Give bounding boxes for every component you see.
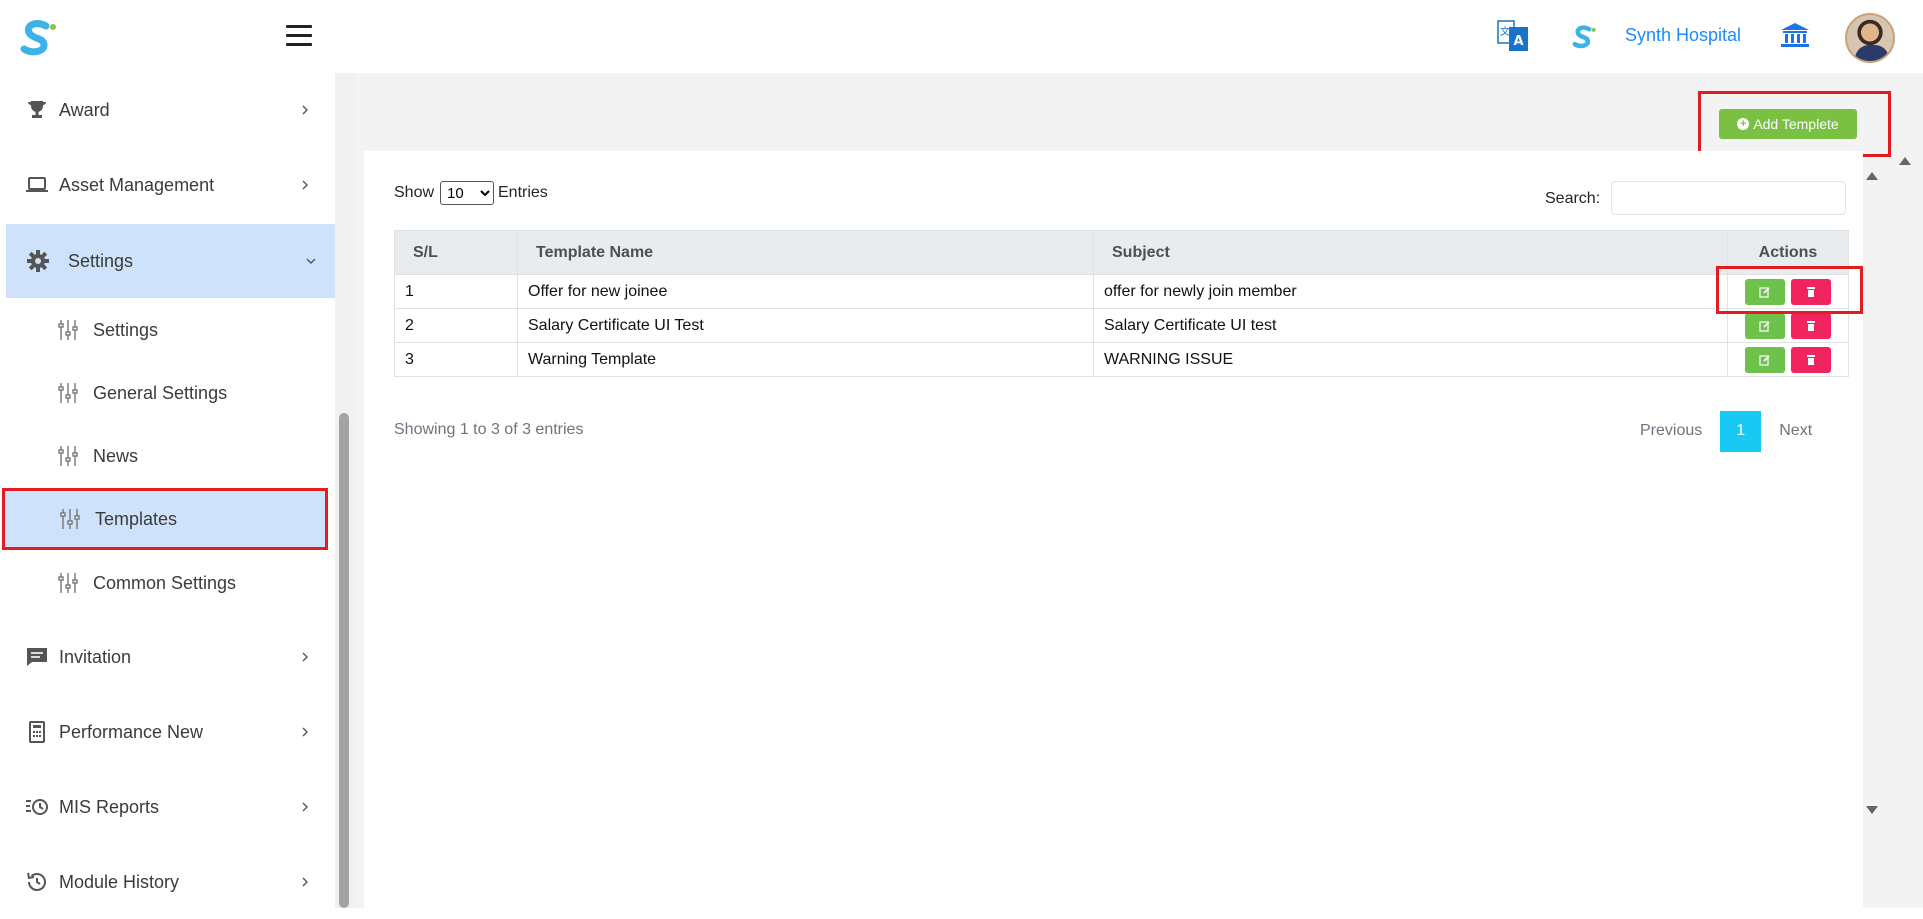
plus-circle-icon: +: [1737, 118, 1750, 130]
submenu-item-news[interactable]: News: [0, 426, 330, 486]
trophy-icon: [28, 101, 46, 118]
edit-button[interactable]: [1745, 346, 1785, 373]
chevron-right-icon: [302, 877, 308, 887]
sidebar-item-settings[interactable]: Settings: [6, 224, 335, 298]
submenu-item-label: Templates: [95, 508, 178, 529]
add-template-label: Add Templete: [1753, 116, 1839, 132]
scroll-down-arrow[interactable]: [1866, 806, 1878, 814]
table-row: 1 Offer for new joinee offer for newly j…: [394, 274, 1849, 309]
cell-actions: [1727, 342, 1849, 377]
sidebar-item-label: Invitation: [59, 646, 132, 667]
sliders-icon: [58, 446, 78, 466]
history-icon: [27, 872, 46, 891]
sliders-icon: [58, 383, 78, 403]
table-header-row: S/L Template Name Subject Actions: [394, 230, 1849, 275]
edit-button[interactable]: [1745, 312, 1785, 339]
laptop-icon: [26, 177, 48, 192]
sidebar-item-label: Settings: [68, 250, 134, 271]
chat-icon: [27, 648, 47, 666]
entries-label: Entries: [498, 184, 548, 201]
sidebar-item-label: Performance New: [59, 721, 204, 742]
table-row: 3 Warning Template WARNING ISSUE: [394, 342, 1849, 377]
scroll-up-arrow[interactable]: [1866, 172, 1878, 180]
svg-text:A: A: [1513, 34, 1523, 49]
sidebar-item-label: Award: [59, 99, 110, 120]
search-label: Search:: [1545, 190, 1601, 207]
sidebar-item-performance-new[interactable]: Performance New: [0, 695, 335, 769]
submenu-item-label: Common Settings: [93, 572, 237, 593]
app-logo[interactable]: [18, 18, 58, 58]
cell-sl: 2: [394, 308, 518, 343]
gear-icon: [27, 250, 49, 272]
submenu-item-templates[interactable]: Templates: [2, 488, 328, 550]
page-1-button[interactable]: 1: [1720, 410, 1762, 452]
chevron-right-icon: [302, 180, 308, 190]
column-header-sl[interactable]: S/L: [394, 230, 518, 275]
page-size-select[interactable]: 10: [440, 181, 494, 205]
chevron-right-icon: [302, 727, 308, 737]
submenu-item-settings[interactable]: Settings: [0, 300, 330, 360]
next-page-button[interactable]: Next: [1779, 422, 1812, 440]
sidebar-item-label: Module History: [59, 871, 180, 892]
cell-template-name: Offer for new joinee: [517, 274, 1094, 309]
search-input[interactable]: [1611, 181, 1846, 215]
sidebar-item-asset-management[interactable]: Asset Management: [0, 148, 335, 222]
cell-subject: Salary Certificate UI test: [1093, 308, 1728, 343]
sidebar-item-invitation[interactable]: Invitation: [0, 620, 335, 694]
cell-sl: 3: [394, 342, 518, 377]
svg-text:文: 文: [1500, 25, 1510, 38]
sliders-icon: [58, 320, 78, 340]
submenu-item-label: News: [93, 445, 139, 466]
submenu-item-common-settings[interactable]: Common Settings: [0, 553, 330, 613]
institution-icon[interactable]: [1780, 22, 1810, 48]
cell-subject: WARNING ISSUE: [1093, 342, 1728, 377]
submenu-item-label: Settings: [93, 319, 159, 340]
sidebar: Award Asset Management Settings Settings…: [0, 73, 355, 908]
chevron-right-icon: [302, 802, 308, 812]
user-avatar[interactable]: [1845, 13, 1895, 63]
add-template-button[interactable]: + Add Templete: [1719, 109, 1857, 139]
submenu-item-general-settings[interactable]: General Settings: [0, 363, 330, 423]
edit-icon: [1759, 320, 1770, 332]
brand-icon: [1572, 25, 1596, 49]
calculator-icon: [29, 721, 45, 743]
delete-button[interactable]: [1791, 346, 1831, 373]
sidebar-scrollbar-thumb[interactable]: [339, 413, 349, 908]
column-header-template-name[interactable]: Template Name: [517, 230, 1094, 275]
cell-template-name: Warning Template: [517, 342, 1094, 377]
cell-template-name: Salary Certificate UI Test: [517, 308, 1094, 343]
chevron-right-icon: [302, 105, 308, 115]
sidebar-item-label: Asset Management: [59, 174, 215, 195]
chevron-right-icon: [302, 652, 308, 662]
templates-table: S/L Template Name Subject Actions 1 Offe…: [394, 230, 1849, 377]
sidebar-item-mis-reports[interactable]: MIS Reports: [0, 770, 335, 844]
table-row: 2 Salary Certificate UI Test Salary Cert…: [394, 308, 1849, 343]
hospital-name[interactable]: Synth Hospital: [1625, 25, 1741, 46]
showing-entries-text: Showing 1 to 3 of 3 entries: [394, 421, 584, 438]
show-label: Show: [394, 184, 435, 201]
delete-button[interactable]: [1791, 312, 1831, 339]
previous-page-button[interactable]: Previous: [1640, 422, 1702, 440]
sliders-icon: [58, 573, 78, 593]
trash-icon: [1807, 354, 1815, 365]
translate-icon[interactable]: A 文: [1497, 18, 1529, 54]
clock-list-icon: [26, 799, 48, 815]
sliders-icon: [60, 509, 80, 529]
chevron-down-icon: [306, 258, 316, 264]
sidebar-item-award[interactable]: Award: [0, 73, 335, 147]
column-header-subject[interactable]: Subject: [1093, 230, 1728, 275]
edit-icon: [1759, 354, 1770, 366]
cell-sl: 1: [394, 274, 518, 309]
sidebar-item-label: MIS Reports: [59, 796, 160, 817]
submenu-item-label: General Settings: [93, 382, 228, 403]
top-header: A 文 Synth Hospital: [0, 0, 1923, 73]
cell-subject: offer for newly join member: [1093, 274, 1728, 309]
pagination: Previous 1 Next: [1640, 410, 1812, 452]
trash-icon: [1807, 320, 1815, 331]
highlight-box: [1716, 266, 1863, 314]
menu-toggle-button[interactable]: [286, 25, 312, 47]
page-scroll-up-arrow[interactable]: [1899, 157, 1911, 165]
